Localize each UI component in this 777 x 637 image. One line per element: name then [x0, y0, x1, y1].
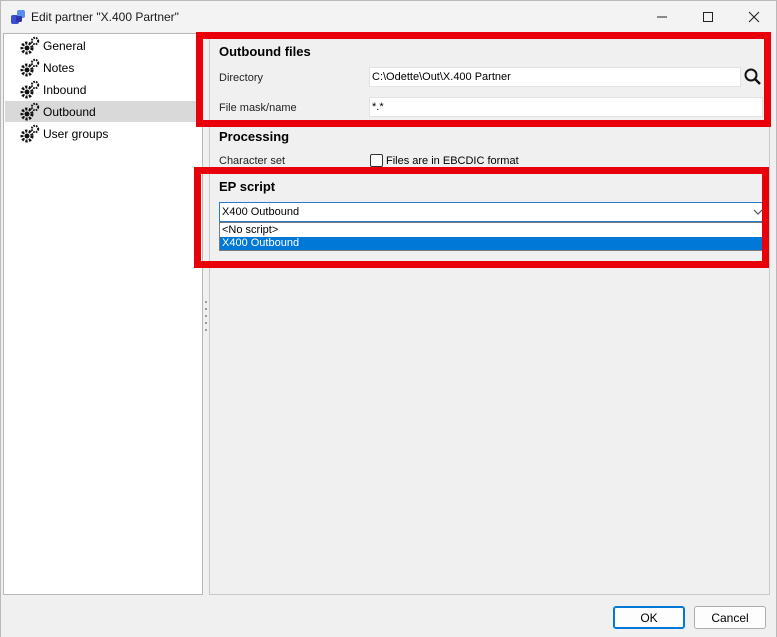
- sidebar-item-user-groups[interactable]: User groups: [5, 123, 202, 144]
- title-bar: Edit partner "X.400 Partner": [1, 1, 776, 32]
- sidebar-item-label: Notes: [43, 61, 75, 75]
- sidebar-item-label: Inbound: [43, 83, 87, 97]
- highlight-box-outbound-files: [196, 32, 771, 127]
- maximize-button[interactable]: [685, 1, 731, 32]
- close-icon: [748, 11, 760, 22]
- app-logo-icon: [11, 10, 25, 24]
- close-button[interactable]: [731, 1, 777, 32]
- navigation-tree: General Notes Inbound Outbound User grou…: [3, 33, 203, 595]
- ebcdic-checkbox-label[interactable]: Files are in EBCDIC format: [386, 155, 519, 167]
- gear-icon: [20, 80, 40, 99]
- sidebar-item-label: User groups: [43, 127, 109, 141]
- processing-heading: Processing: [219, 129, 290, 144]
- minimize-button[interactable]: [639, 1, 685, 32]
- cancel-button[interactable]: Cancel: [694, 606, 766, 629]
- gear-icon: [20, 58, 40, 77]
- sidebar-item-label: Outbound: [43, 105, 96, 119]
- highlight-box-ep-script: [194, 167, 769, 268]
- sidebar-item-general[interactable]: General: [5, 35, 202, 56]
- edit-partner-dialog: Edit partner "X.400 Partner" General Not…: [0, 0, 777, 637]
- sidebar-item-inbound[interactable]: Inbound: [5, 79, 202, 100]
- sidebar-item-outbound[interactable]: Outbound: [5, 101, 202, 122]
- character-set-label: Character set: [219, 155, 286, 167]
- minimize-icon: [657, 16, 667, 17]
- maximize-icon: [703, 11, 713, 22]
- gear-icon: [20, 102, 40, 121]
- ebcdic-checkbox[interactable]: [370, 154, 383, 167]
- sidebar-item-notes[interactable]: Notes: [5, 57, 202, 78]
- sidebar-item-label: General: [43, 39, 86, 53]
- gear-icon: [20, 124, 40, 143]
- gear-icon: [20, 36, 40, 55]
- window-title: Edit partner "X.400 Partner": [31, 10, 179, 24]
- ok-button[interactable]: OK: [613, 606, 685, 629]
- splitter-handle[interactable]: [204, 301, 208, 331]
